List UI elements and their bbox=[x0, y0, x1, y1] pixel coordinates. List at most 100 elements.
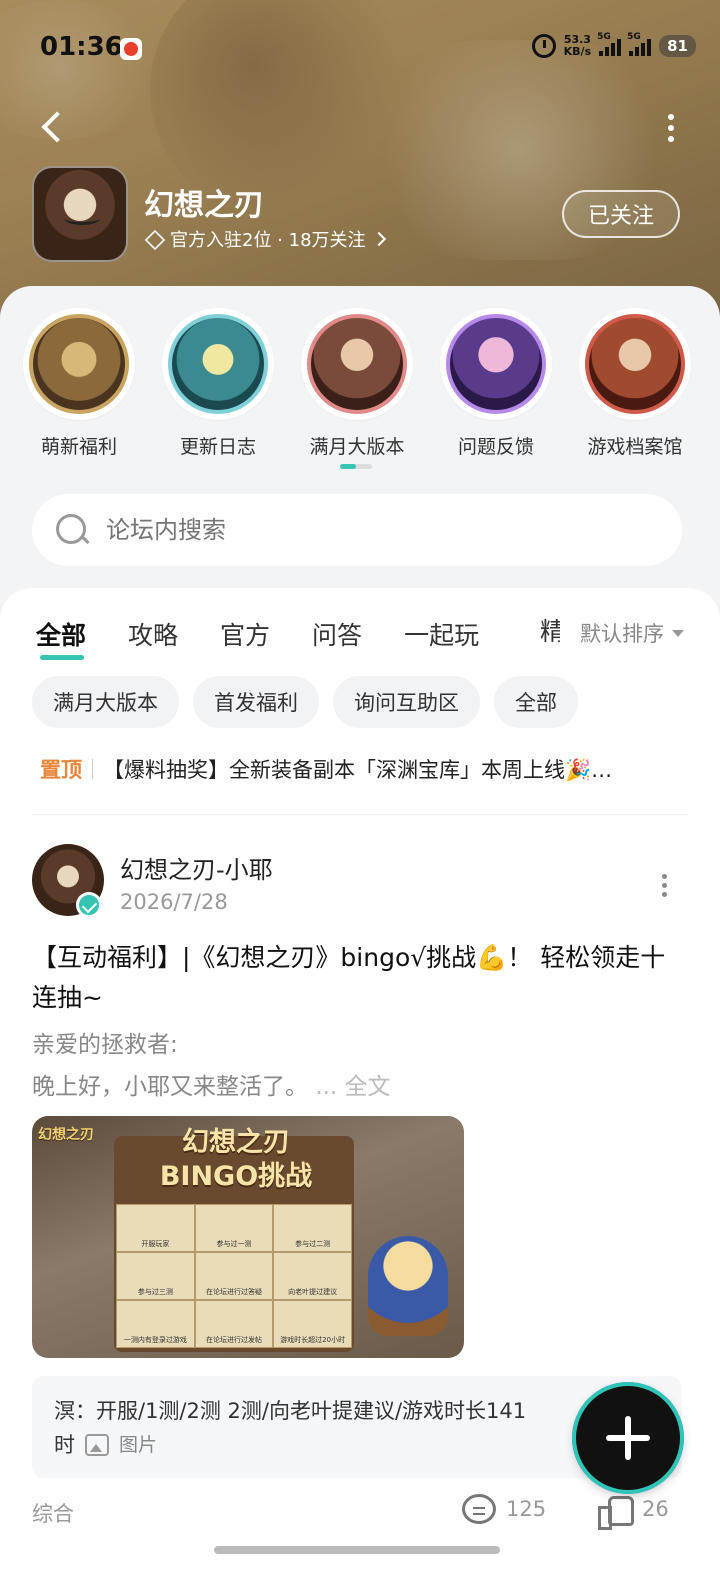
bingo-grid: 开服玩家 参与过一测 参与过二测 参与过三测 在论坛进行过答疑 向老叶提过建议 … bbox=[116, 1204, 352, 1348]
forum-meta-text: 官方入驻2位 · 18万关注 bbox=[170, 230, 366, 251]
tab-featured[interactable]: 精 bbox=[540, 612, 560, 652]
search-bar[interactable] bbox=[32, 494, 682, 566]
sort-label: 默认排序 bbox=[580, 622, 664, 646]
forum-title: 幻想之刃 bbox=[144, 188, 264, 223]
tab-official[interactable]: 官方 bbox=[220, 616, 270, 652]
search-input[interactable] bbox=[106, 516, 606, 544]
quick-link-label: 游戏档案馆 bbox=[587, 436, 683, 458]
bingo-cell: 开服玩家 bbox=[116, 1204, 195, 1252]
signal-icon: 5G bbox=[597, 32, 622, 56]
filter-chips: 满月大版本 首发福利 询问互助区 全部 bbox=[32, 676, 578, 728]
badge-art-icon bbox=[168, 314, 268, 414]
quick-link-label: 萌新福利 bbox=[40, 436, 117, 458]
filter-chip[interactable]: 询问互助区 bbox=[333, 676, 480, 728]
badge-art-icon bbox=[307, 314, 407, 414]
quick-link-badge bbox=[440, 308, 552, 420]
image-title-line: BINGO挑战 bbox=[159, 1161, 313, 1192]
quick-link-label: 满月大版本 bbox=[309, 436, 405, 458]
post-date: 2026/7/28 bbox=[120, 890, 228, 914]
sort-dropdown[interactable]: 默认排序 bbox=[574, 618, 684, 648]
tab-all[interactable]: 全部 bbox=[36, 616, 86, 660]
post-title[interactable]: 【互动福利】|《幻想之刃》bingo√挑战💪！ 轻松领走十连抽~ bbox=[32, 938, 682, 1018]
quick-link-item[interactable]: 问题反馈 bbox=[431, 308, 561, 459]
quick-link-item[interactable]: 游戏档案馆 bbox=[570, 308, 700, 459]
filter-chip[interactable]: 全部 bbox=[494, 676, 578, 728]
plus-icon bbox=[606, 1416, 650, 1460]
like-count: 26 bbox=[642, 1497, 669, 1521]
quick-link-item[interactable]: 更新日志 bbox=[153, 308, 283, 459]
post-body-text: 晚上好，小耶又来整活了。 bbox=[32, 1074, 308, 1100]
post-image[interactable]: 幻想之刃 幻想之刃 BINGO挑战 开服玩家 参与过一测 参与过二测 参与过三测… bbox=[32, 1116, 464, 1358]
bingo-cell: 参与过三测 bbox=[116, 1252, 195, 1300]
bingo-cell: 在论坛进行过发帖 bbox=[194, 1300, 274, 1348]
post-excerpt[interactable]: 亲爱的拯救者: 晚上好，小耶又来整活了。 ... 全文 bbox=[32, 1024, 682, 1108]
post-category[interactable]: 综合 bbox=[32, 1498, 74, 1528]
filter-chip[interactable]: 首发福利 bbox=[193, 676, 319, 728]
quick-link-badge bbox=[23, 308, 135, 420]
tab-play-together[interactable]: 一起玩 bbox=[404, 616, 479, 652]
comment-button[interactable]: 125 bbox=[462, 1494, 546, 1524]
bingo-cell: 参与过二测 bbox=[273, 1204, 352, 1252]
alarm-icon bbox=[531, 34, 556, 58]
follow-button[interactable]: 已关注 bbox=[562, 190, 680, 238]
like-button[interactable]: 26 bbox=[598, 1494, 669, 1530]
divider bbox=[92, 759, 93, 779]
thumbs-up-icon bbox=[598, 1494, 634, 1530]
comment-icon bbox=[462, 1494, 496, 1524]
image-logo: 幻想之刃 bbox=[38, 1127, 94, 1143]
quick-link-badge bbox=[301, 308, 413, 420]
status-bar: 01:36 53.3 KB/s 5G 5G 81 bbox=[0, 0, 720, 96]
verified-icon bbox=[76, 892, 102, 918]
image-icon bbox=[85, 1434, 109, 1456]
notification-app-icon bbox=[120, 38, 142, 60]
filter-chip[interactable]: 满月大版本 bbox=[32, 676, 179, 728]
quick-link-label: 更新日志 bbox=[179, 436, 256, 458]
quick-link-badge bbox=[162, 308, 274, 420]
post-body-line: 亲爱的拯救者: bbox=[32, 1032, 178, 1058]
reply-text: 溟：开服/1测/2测 2测/向老叶提建议/游戏时长141 bbox=[54, 1399, 527, 1423]
diamond-icon bbox=[144, 231, 162, 247]
pinned-post[interactable]: 置顶 【爆料抽奖】全新装备副本「深渊宝库」本周上线🎉… bbox=[40, 754, 680, 784]
create-post-button[interactable] bbox=[571, 1381, 685, 1495]
reply-row: 时 图片 bbox=[54, 1428, 660, 1462]
home-indicator[interactable] bbox=[214, 1546, 500, 1554]
read-more-link[interactable]: ... 全文 bbox=[315, 1074, 390, 1100]
divider bbox=[32, 814, 688, 815]
carousel-scroll-indicator bbox=[340, 464, 372, 469]
network-speed-unit: KB/s bbox=[563, 45, 592, 58]
quick-links-row[interactable]: 萌新福利 更新日志 满月大版本 问题反馈 游戏档案馆 bbox=[0, 308, 720, 458]
caret-down-icon bbox=[672, 629, 684, 637]
signal-label: 5G bbox=[597, 32, 611, 42]
signal-label: 5G bbox=[627, 32, 641, 42]
status-time: 01:36 bbox=[40, 32, 123, 62]
more-options-icon[interactable] bbox=[666, 114, 676, 144]
quick-link-badge bbox=[579, 308, 691, 420]
image-title: 幻想之刃 BINGO挑战 bbox=[126, 1126, 346, 1194]
tab-qa[interactable]: 问答 bbox=[312, 616, 362, 652]
network-speed: 53.3 KB/s bbox=[564, 34, 591, 58]
bingo-cell: 在论坛进行过答疑 bbox=[194, 1252, 274, 1300]
bingo-cell: 向老叶提过建议 bbox=[273, 1252, 352, 1300]
reply-image-tag[interactable]: 图片 bbox=[119, 1428, 157, 1462]
badge-art-icon bbox=[29, 314, 129, 414]
back-arrow-icon[interactable] bbox=[36, 108, 76, 148]
tab-guides[interactable]: 攻略 bbox=[128, 616, 178, 652]
post-more-icon[interactable] bbox=[660, 874, 668, 902]
quick-link-item[interactable]: 萌新福利 bbox=[14, 308, 144, 459]
chevron-right-icon bbox=[371, 231, 386, 247]
category-tabs: 全部 攻略 官方 问答 一起玩 bbox=[36, 610, 479, 660]
signal-icon: 5G bbox=[627, 32, 652, 56]
pinned-title: 【爆料抽奖】全新装备副本「深渊宝库」本周上线🎉… bbox=[103, 758, 613, 782]
bingo-cell: 游戏时长超过20小时 bbox=[273, 1300, 352, 1348]
quick-link-item[interactable]: 满月大版本 bbox=[292, 308, 422, 459]
battery-indicator: 81 bbox=[659, 35, 696, 57]
image-character bbox=[368, 1236, 448, 1336]
pinned-tag: 置顶 bbox=[40, 758, 82, 782]
forum-meta-link[interactable]: 官方入驻2位 · 18万关注 bbox=[144, 226, 386, 252]
author-name[interactable]: 幻想之刃-小耶 bbox=[120, 850, 273, 885]
bingo-cell: 一测内有登录过游戏 bbox=[116, 1300, 195, 1348]
forum-avatar bbox=[32, 166, 128, 262]
status-indicators: 53.3 KB/s 5G 5G 81 bbox=[531, 32, 696, 58]
post-body-line: 晚上好，小耶又来整活了。 ... 全文 bbox=[32, 1066, 682, 1108]
search-icon bbox=[54, 512, 90, 548]
